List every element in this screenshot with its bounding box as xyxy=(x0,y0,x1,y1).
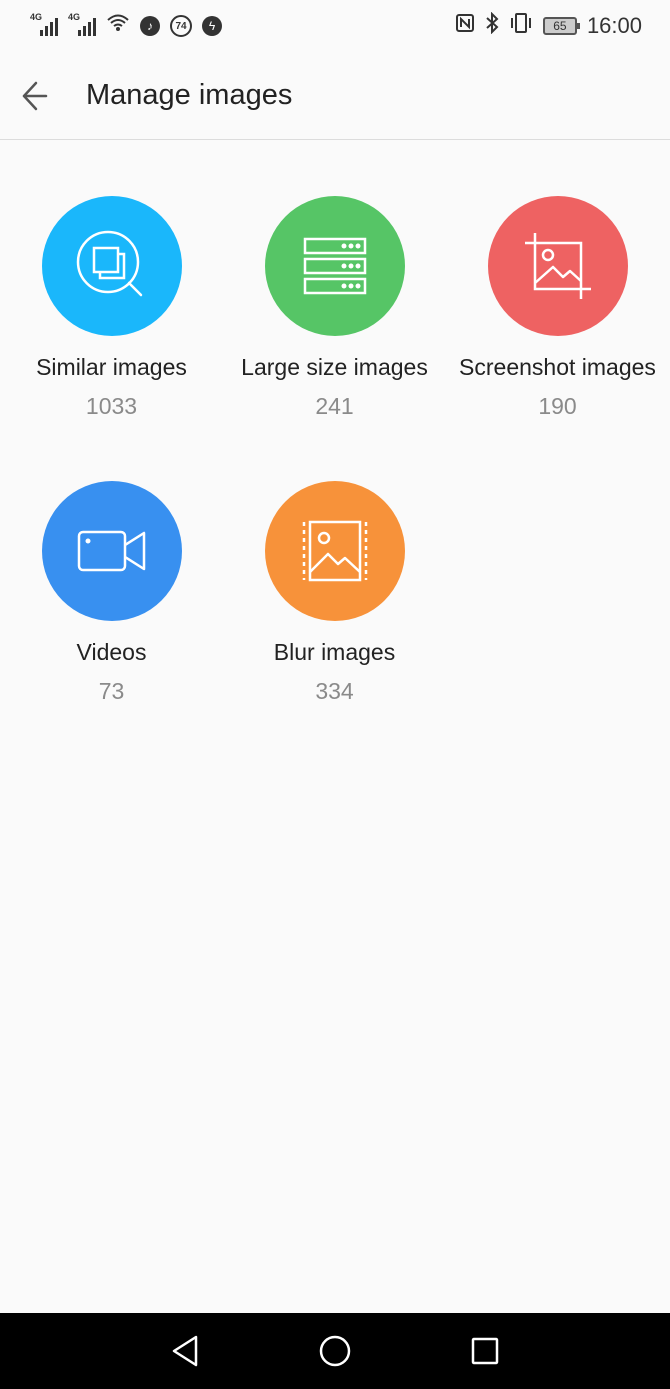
screenshot-images-count: 190 xyxy=(538,393,577,419)
page-title: Manage images xyxy=(86,79,293,111)
back-arrow-icon xyxy=(22,81,48,110)
cell-signal-icon: 4G xyxy=(30,12,58,36)
storage-stack-icon xyxy=(303,237,366,295)
blur-images-tile[interactable]: Blur images 334 xyxy=(223,425,446,705)
notification-badge-icon: 74 xyxy=(170,15,192,37)
similar-images-count: 1033 xyxy=(85,393,138,419)
nav-home-button[interactable] xyxy=(260,1313,410,1389)
wifi-icon xyxy=(106,13,130,39)
battery-icon: 65 xyxy=(542,17,580,35)
blur-images-circle xyxy=(264,481,405,621)
bluetooth-icon xyxy=(485,11,499,40)
video-camera-icon xyxy=(77,530,145,572)
nav-back-button[interactable] xyxy=(110,1313,260,1389)
status-bar: 4G 4G ♪ 74 ϟ 65 16:00 xyxy=(0,0,670,52)
videos-circle xyxy=(41,481,182,621)
circle-home-icon xyxy=(319,1335,351,1367)
large-size-images-circle xyxy=(264,196,405,336)
square-recents-icon xyxy=(471,1337,499,1365)
large-size-images-tile[interactable]: Large size images 241 xyxy=(223,140,446,420)
nav-recents-button[interactable] xyxy=(410,1313,560,1389)
blur-image-icon xyxy=(302,520,367,582)
similar-search-icon xyxy=(76,230,142,297)
status-right: 65 16:00 xyxy=(455,11,642,40)
nfc-icon xyxy=(455,13,475,39)
system-nav-bar xyxy=(0,1313,670,1389)
videos-label: Videos xyxy=(76,639,147,665)
back-button[interactable] xyxy=(0,52,70,140)
similar-images-tile[interactable]: Similar images 1033 xyxy=(0,140,223,420)
cell-signal-icon-2: 4G xyxy=(68,12,96,36)
music-note-icon: ♪ xyxy=(140,16,160,36)
app-header: Manage images xyxy=(0,52,670,140)
status-time: 16:00 xyxy=(586,13,642,38)
videos-count: 73 xyxy=(98,678,125,704)
status-left: 4G 4G ♪ 74 ϟ xyxy=(30,12,222,39)
blur-images-count: 334 xyxy=(315,678,354,704)
vibrate-icon xyxy=(509,12,533,40)
large-size-images-label: Large size images xyxy=(241,354,428,380)
similar-images-circle xyxy=(41,196,182,336)
screenshot-images-label: Screenshot images xyxy=(459,354,656,380)
videos-tile[interactable]: Videos 73 xyxy=(0,425,223,705)
screenshot-images-circle xyxy=(487,196,628,336)
screenshot-images-tile[interactable]: Screenshot images 190 xyxy=(446,140,669,420)
blur-images-label: Blur images xyxy=(273,639,396,665)
crop-image-icon xyxy=(524,233,591,299)
similar-images-label: Similar images xyxy=(36,354,187,380)
triangle-back-icon xyxy=(172,1335,198,1367)
large-size-images-count: 241 xyxy=(315,393,354,419)
flash-icon: ϟ xyxy=(202,16,222,36)
